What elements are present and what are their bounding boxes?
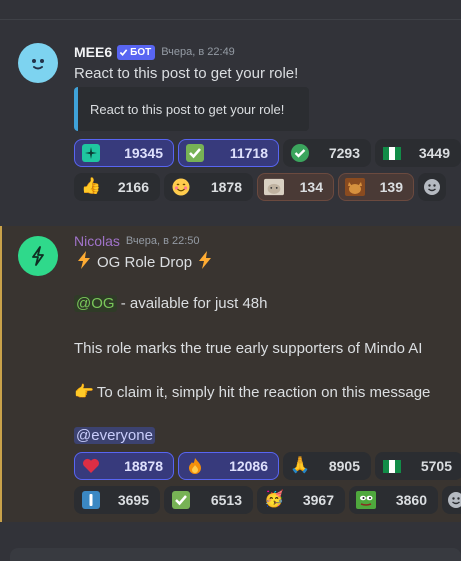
timestamp: Вчера, в 22:49 — [161, 46, 235, 58]
embed: React to this post to get your role! — [74, 87, 309, 131]
top-divider — [0, 19, 461, 20]
smiling-face-icon — [171, 177, 191, 197]
reaction-count: 6513 — [210, 492, 242, 508]
add-reaction-icon — [448, 492, 461, 508]
reaction-sparkle[interactable]: 19345 — [74, 139, 174, 167]
cat-meme-icon — [264, 177, 284, 197]
nigeria-flag-icon — [382, 456, 402, 476]
message-header: Nicolas Вчера, в 22:50 — [74, 233, 200, 249]
add-reaction-button[interactable] — [442, 486, 461, 514]
reaction-count: 7293 — [328, 145, 360, 161]
reaction-smiling-face[interactable]: 1878 — [164, 173, 253, 201]
nicolas-avatar[interactable] — [18, 236, 58, 276]
check-box-green-icon — [171, 490, 191, 510]
reaction-count: 5705 — [420, 458, 452, 474]
add-reaction-icon — [424, 179, 440, 195]
reaction-check-circle[interactable]: 7293 — [283, 139, 371, 167]
message-body: This role marks the true early supporter… — [74, 340, 423, 357]
message-mee6: MEE6 БОТ Вчера, в 22:49 React to this po… — [0, 30, 461, 210]
reaction-cat-meme[interactable]: 134 — [257, 173, 334, 201]
reaction-red-heart[interactable]: 18878 — [74, 452, 174, 480]
bot-badge-label: БОТ — [130, 46, 152, 58]
timestamp: Вчера, в 22:50 — [125, 235, 200, 247]
reaction-count: 8905 — [328, 458, 360, 474]
mee6-face-icon — [32, 59, 44, 70]
og-role-mention[interactable]: @OG — [74, 295, 117, 312]
claim-line: 👉 To claim it, simply hit the reaction o… — [74, 382, 430, 402]
checkmark-icon — [119, 48, 128, 56]
reaction-folded-hands[interactable]: 🙏 8905 — [283, 452, 371, 480]
reaction-doge[interactable]: 139 — [338, 173, 414, 201]
check-circle-green-icon — [290, 143, 310, 163]
message-title-line: OG Role Drop — [74, 250, 215, 274]
exclamation-box-icon — [81, 490, 101, 510]
reaction-pepe[interactable]: 3860 — [349, 486, 438, 514]
reaction-count: 3967 — [302, 492, 334, 508]
reaction-exclamation[interactable]: 3695 — [74, 486, 160, 514]
reaction-count: 3449 — [418, 145, 450, 161]
message-header: MEE6 БОТ Вчера, в 22:49 — [74, 44, 235, 60]
mee6-avatar[interactable] — [18, 43, 58, 83]
folded-hands-icon: 🙏 — [290, 457, 310, 474]
partying-face-icon: 🥳 — [264, 491, 284, 508]
bot-badge: БОТ — [117, 44, 156, 60]
lightning-icon — [74, 250, 94, 274]
claim-text: To claim it, simply hit the reaction on … — [96, 383, 431, 401]
lightning-logo-icon — [32, 246, 44, 266]
message-composer[interactable] — [10, 548, 461, 561]
lightning-icon — [195, 250, 215, 274]
thumbs-up-icon: 👍 — [81, 178, 101, 195]
reaction-nigeria-flag[interactable]: 5705 — [375, 452, 461, 480]
check-box-green-icon — [185, 143, 205, 163]
add-reaction-button[interactable] — [418, 173, 446, 201]
reaction-check-box[interactable]: 11718 — [178, 139, 279, 167]
reaction-count: 1878 — [210, 179, 242, 195]
reaction-check-box[interactable]: 6513 — [164, 486, 253, 514]
everyone-mention[interactable]: @everyone — [74, 427, 155, 444]
reaction-count: 139 — [379, 179, 403, 195]
fire-icon — [185, 456, 205, 476]
doge-icon — [345, 177, 365, 197]
message-text: React to this post to get your role! — [74, 65, 299, 82]
reaction-thumbs-up[interactable]: 👍 2166 — [74, 173, 160, 201]
reaction-count: 3860 — [395, 492, 427, 508]
pepe-icon — [356, 490, 376, 510]
message-nicolas: Nicolas Вчера, в 22:50 OG Role Drop @OG … — [0, 226, 461, 522]
sparkle-green-icon — [81, 143, 101, 163]
author-name[interactable]: MEE6 — [74, 44, 112, 60]
reaction-fire[interactable]: 12086 — [178, 452, 279, 480]
reaction-count: 11718 — [229, 145, 268, 161]
reaction-count: 19345 — [124, 145, 163, 161]
red-heart-icon — [81, 456, 101, 476]
reaction-nigeria-flag[interactable]: 3449 — [375, 139, 461, 167]
reaction-partying-face[interactable]: 🥳 3967 — [257, 486, 345, 514]
reaction-count: 2166 — [117, 179, 149, 195]
reaction-count: 134 — [299, 179, 323, 195]
pointing-right-icon: 👉 — [74, 384, 94, 401]
availability-line: @OG - available for just 48h — [74, 295, 267, 312]
nigeria-flag-icon — [382, 143, 402, 163]
everyone-line: @everyone — [74, 427, 155, 444]
reaction-count: 18878 — [124, 458, 163, 474]
author-name[interactable]: Nicolas — [74, 233, 120, 249]
message-title: OG Role Drop — [97, 253, 193, 271]
reaction-count: 3695 — [117, 492, 149, 508]
embed-text: React to this post to get your role! — [90, 101, 285, 117]
reaction-count: 12086 — [229, 458, 268, 474]
availability-text: - available for just 48h — [116, 295, 268, 312]
